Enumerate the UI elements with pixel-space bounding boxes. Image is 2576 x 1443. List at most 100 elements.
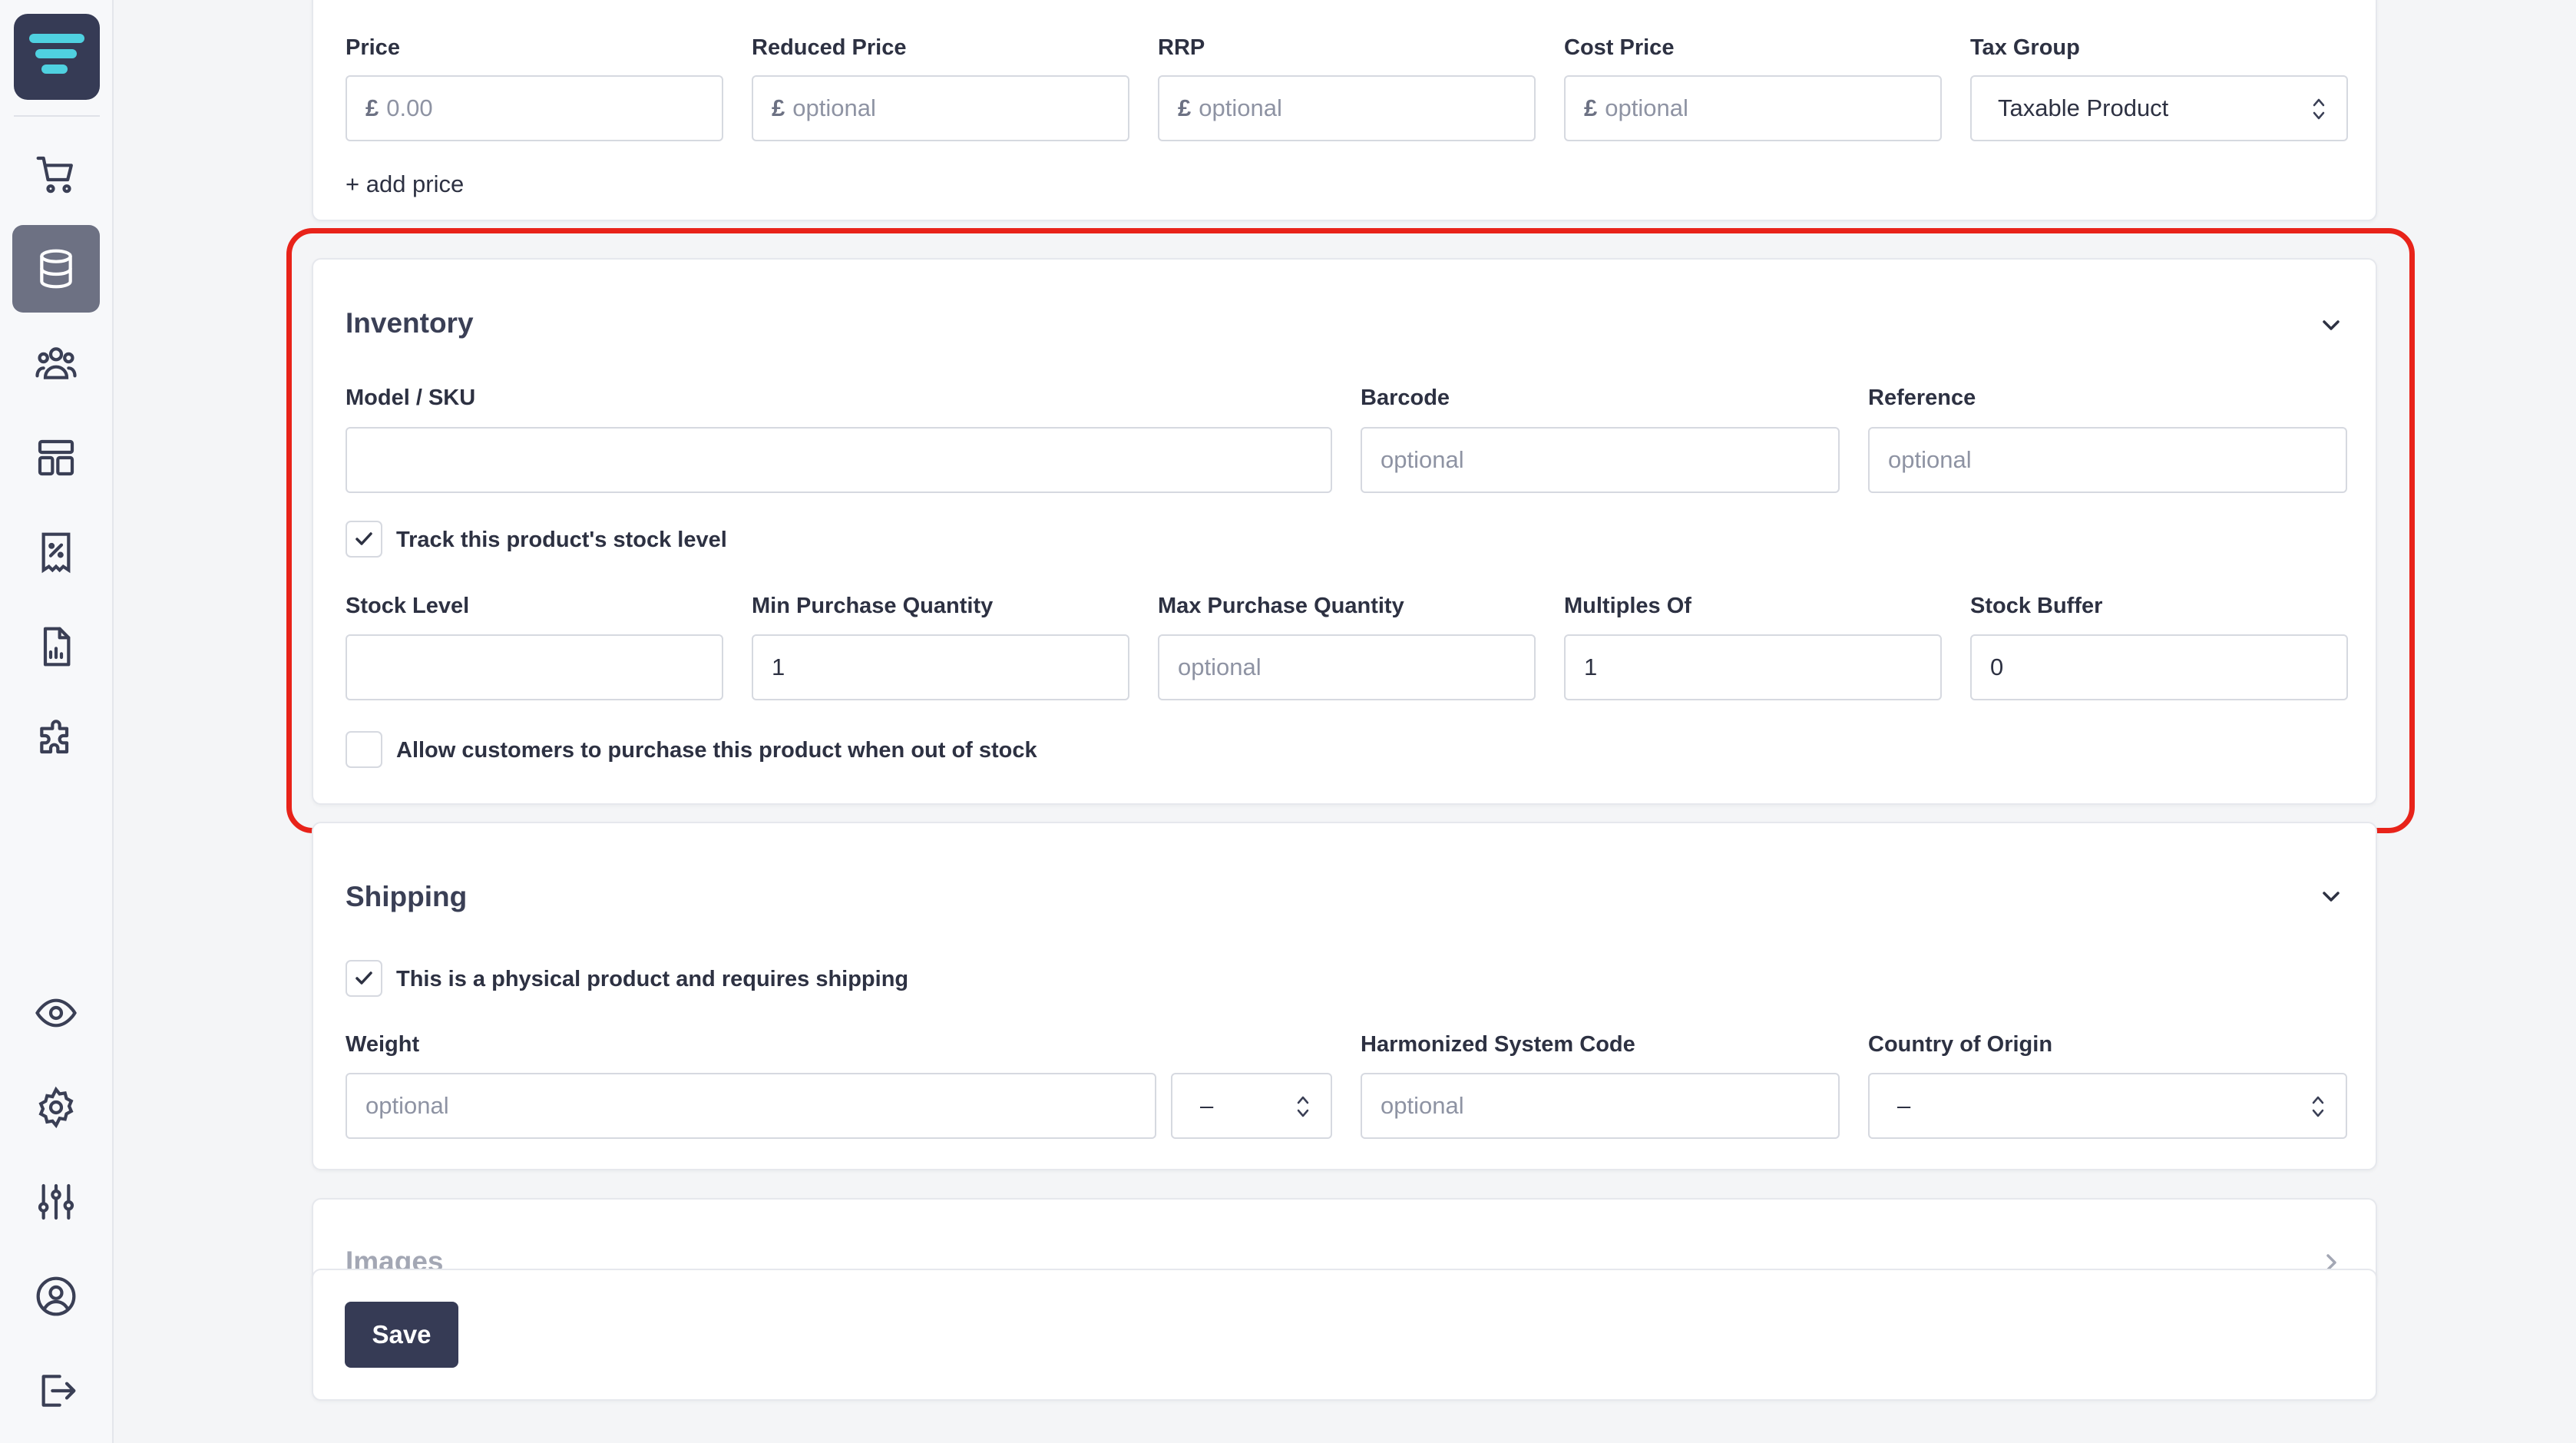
reduced-price-input[interactable]: £ optional: [752, 75, 1129, 141]
reduced-price-placeholder: optional: [792, 94, 876, 121]
nav-settings[interactable]: [12, 1064, 100, 1151]
users-icon: [35, 347, 77, 379]
physical-product-checkbox[interactable]: [346, 960, 382, 997]
reference-input[interactable]: optional: [1868, 427, 2347, 493]
hs-code-placeholder: optional: [1381, 1092, 1464, 1119]
nav-products[interactable]: [12, 225, 100, 313]
stock-level-label: Stock Level: [346, 594, 470, 618]
nav-discounts[interactable]: [12, 508, 100, 596]
nav-customers[interactable]: [12, 319, 100, 407]
receipt-percent-icon: [41, 532, 71, 574]
weight-unit-select[interactable]: –: [1171, 1073, 1332, 1139]
country-of-origin-value: –: [1897, 1092, 1911, 1119]
eye-icon: [35, 998, 77, 1028]
allow-oos-checkbox[interactable]: [346, 731, 382, 768]
select-arrows-icon: [2313, 98, 2325, 120]
reference-placeholder: optional: [1888, 446, 1972, 473]
stock-buffer-label: Stock Buffer: [1970, 594, 2103, 618]
barcode-label: Barcode: [1361, 386, 1450, 410]
rrp-input[interactable]: £ optional: [1158, 75, 1536, 141]
save-bar: [312, 1269, 2377, 1401]
inventory-card: Inventory Model / SKU Barcode optional R…: [312, 258, 2377, 805]
min-purchase-input[interactable]: 1: [752, 634, 1129, 700]
currency-symbol: £: [1584, 94, 1598, 121]
price-label: Price: [346, 35, 400, 60]
max-purchase-input[interactable]: optional: [1158, 634, 1536, 700]
currency-symbol: £: [365, 94, 379, 121]
user-circle-icon: [36, 1276, 76, 1316]
app-logo[interactable]: [14, 14, 100, 100]
multiples-of-input[interactable]: 1: [1564, 634, 1942, 700]
stock-buffer-value: 0: [1990, 654, 2004, 680]
save-button[interactable]: Save: [345, 1302, 458, 1368]
reference-label: Reference: [1868, 386, 1976, 410]
shipping-title: Shipping: [346, 881, 468, 912]
cost-price-placeholder: optional: [1605, 94, 1688, 121]
price-input[interactable]: £ 0.00: [346, 75, 723, 141]
model-sku-label: Model / SKU: [346, 386, 476, 410]
currency-symbol: £: [772, 94, 785, 121]
layout-icon: [38, 439, 74, 476]
barcode-input[interactable]: optional: [1361, 427, 1840, 493]
logo-icon: [29, 34, 84, 74]
nav-account[interactable]: [12, 1253, 100, 1340]
inventory-title: Inventory: [346, 307, 474, 339]
gear-icon: [38, 1086, 74, 1129]
nav-preview[interactable]: [12, 969, 100, 1057]
nav-extensions[interactable]: [12, 697, 100, 785]
physical-product-label: This is a physical product and requires …: [396, 967, 909, 991]
shipping-card: Shipping This is a physical product and …: [312, 822, 2377, 1170]
nav-orders[interactable]: [12, 131, 100, 218]
select-arrows-icon: [1297, 1096, 1309, 1117]
checkmark-icon: [355, 971, 372, 985]
hs-code-label: Harmonized System Code: [1361, 1032, 1635, 1057]
reduced-price-label: Reduced Price: [752, 35, 907, 60]
sidebar-divider: [14, 115, 100, 117]
stock-buffer-input[interactable]: 0: [1970, 634, 2348, 700]
cart-icon: [36, 156, 73, 194]
sliders-icon: [38, 1183, 74, 1220]
cost-price-label: Cost Price: [1564, 35, 1675, 60]
weight-unit-value: –: [1200, 1092, 1214, 1119]
weight-input[interactable]: optional: [346, 1073, 1156, 1139]
nav-preferences[interactable]: [12, 1158, 100, 1246]
max-purchase-label: Max Purchase Quantity: [1158, 594, 1404, 618]
select-arrows-icon: [2312, 1096, 2324, 1117]
hs-code-input[interactable]: optional: [1361, 1073, 1840, 1139]
tax-group-select[interactable]: Taxable Product: [1970, 75, 2348, 141]
allow-oos-label: Allow customers to purchase this product…: [396, 738, 1037, 763]
tax-group-label: Tax Group: [1970, 35, 2080, 60]
weight-label: Weight: [346, 1032, 420, 1057]
chevron-down-icon[interactable]: [2319, 313, 2343, 338]
min-purchase-value: 1: [772, 654, 785, 680]
rrp-placeholder: optional: [1199, 94, 1282, 121]
checkmark-icon: [355, 532, 372, 545]
pricing-card: Price £ 0.00 Reduced Price £ optional RR…: [312, 0, 2377, 221]
currency-symbol: £: [1178, 94, 1192, 121]
sidebar: [0, 0, 114, 1443]
country-of-origin-select[interactable]: –: [1868, 1073, 2347, 1139]
stock-level-input[interactable]: [346, 634, 723, 700]
logout-icon: [41, 1375, 76, 1407]
add-price-link[interactable]: + add price: [346, 170, 464, 198]
country-of-origin-label: Country of Origin: [1868, 1032, 2053, 1057]
database-icon: [40, 249, 72, 289]
nav-reports[interactable]: [12, 603, 100, 690]
rrp-label: RRP: [1158, 35, 1205, 60]
nav-layout[interactable]: [12, 414, 100, 501]
min-purchase-label: Min Purchase Quantity: [752, 594, 994, 618]
cost-price-input[interactable]: £ optional: [1564, 75, 1942, 141]
track-stock-checkbox[interactable]: [346, 521, 382, 558]
price-placeholder: 0.00: [386, 94, 433, 121]
barcode-placeholder: optional: [1381, 446, 1464, 473]
weight-placeholder: optional: [365, 1092, 449, 1119]
chevron-down-icon[interactable]: [2319, 885, 2343, 909]
multiples-of-label: Multiples Of: [1564, 594, 1691, 618]
multiples-of-value: 1: [1584, 654, 1598, 680]
nav-logout[interactable]: [12, 1347, 100, 1435]
model-sku-input[interactable]: [346, 427, 1332, 493]
track-stock-label: Track this product's stock level: [396, 528, 727, 552]
report-icon: [43, 627, 71, 667]
puzzle-icon: [40, 720, 69, 754]
tax-group-value: Taxable Product: [1998, 94, 2169, 121]
